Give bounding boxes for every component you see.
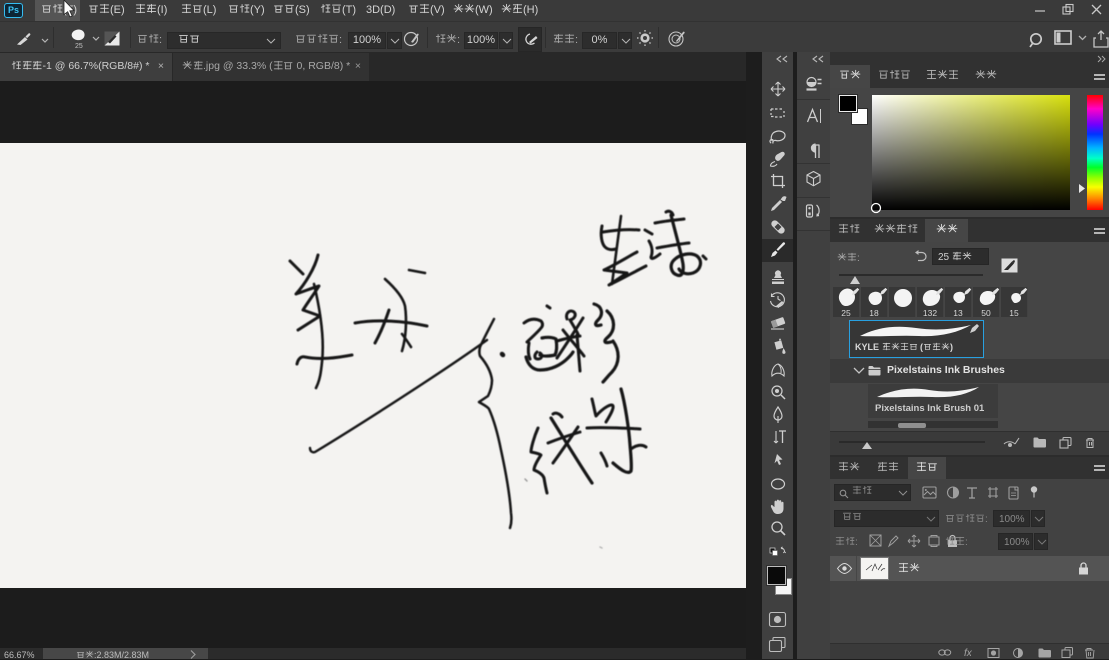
svg-text:fx: fx: [964, 648, 973, 659]
